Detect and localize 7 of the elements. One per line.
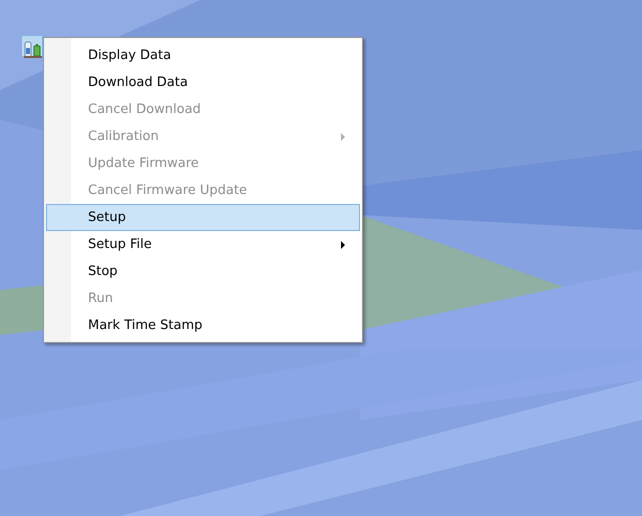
menu-item[interactable]: Stop	[46, 258, 360, 285]
menu-item[interactable]: Setup	[46, 204, 360, 231]
menu-item[interactable]: Mark Time Stamp	[46, 312, 360, 339]
device-icon[interactable]	[21, 35, 43, 57]
menu-item[interactable]: Display Data	[46, 42, 360, 69]
menu-item[interactable]: Download Data	[46, 69, 360, 96]
menu-item[interactable]: Setup File	[46, 231, 360, 258]
